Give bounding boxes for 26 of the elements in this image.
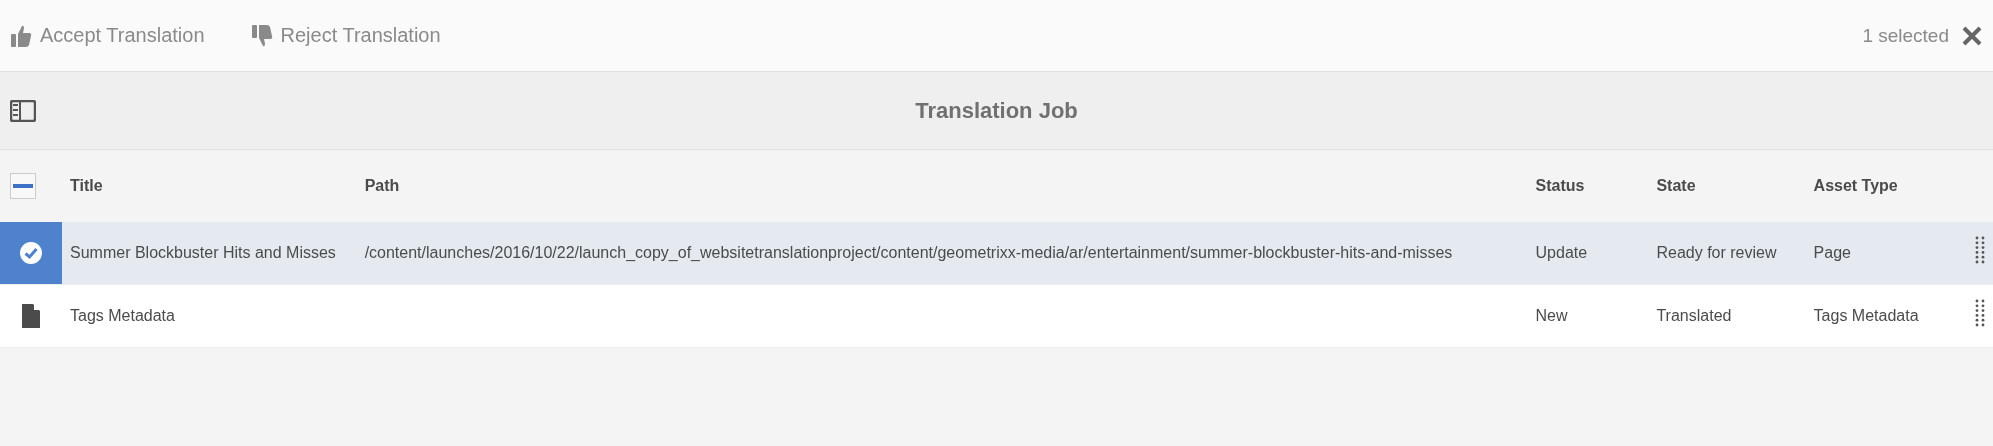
table-cell: New bbox=[1535, 307, 1568, 325]
drag-handle-icon[interactable] bbox=[1975, 236, 1985, 265]
table-cell: Update bbox=[1535, 244, 1588, 262]
table-cell: Page bbox=[1813, 244, 1851, 262]
column-header[interactable]: State bbox=[1656, 176, 1696, 194]
select-all-checkbox[interactable] bbox=[10, 173, 36, 199]
close-icon[interactable] bbox=[1961, 24, 1983, 47]
table-cell: Summer Blockbuster Hits and Misses bbox=[70, 244, 336, 262]
drag-handle-icon[interactable] bbox=[1975, 299, 1985, 328]
page-title: Translation Job bbox=[915, 97, 1078, 123]
table-cell: Tags Metadata bbox=[1813, 307, 1919, 325]
selection-count: 1 selected bbox=[1862, 24, 1949, 47]
table-cell: Translated bbox=[1656, 307, 1732, 325]
table-row[interactable]: Tags Metadata New Translated Tags Metadata bbox=[0, 284, 1993, 348]
thumbs-down-icon bbox=[250, 23, 273, 48]
column-header[interactable]: Status bbox=[1535, 176, 1585, 194]
table-cell: Ready for review bbox=[1656, 244, 1777, 262]
check-circle-icon[interactable] bbox=[19, 241, 43, 265]
thumbs-up-icon bbox=[10, 23, 32, 48]
column-header[interactable]: Asset Type bbox=[1813, 176, 1898, 194]
table-cell: Tags Metadata bbox=[70, 307, 175, 325]
column-header[interactable]: Path bbox=[364, 176, 400, 194]
column-header[interactable]: Title bbox=[70, 176, 103, 194]
document-icon bbox=[22, 304, 40, 328]
table-cell: /content/launches/2016/10/22/launch_copy_of_websitetranslationproject/content/geometrixx-media/ar/entertainment/summer-blockbuster-hits-and-misses bbox=[364, 244, 1453, 262]
rail-toggle-icon[interactable] bbox=[10, 99, 36, 122]
